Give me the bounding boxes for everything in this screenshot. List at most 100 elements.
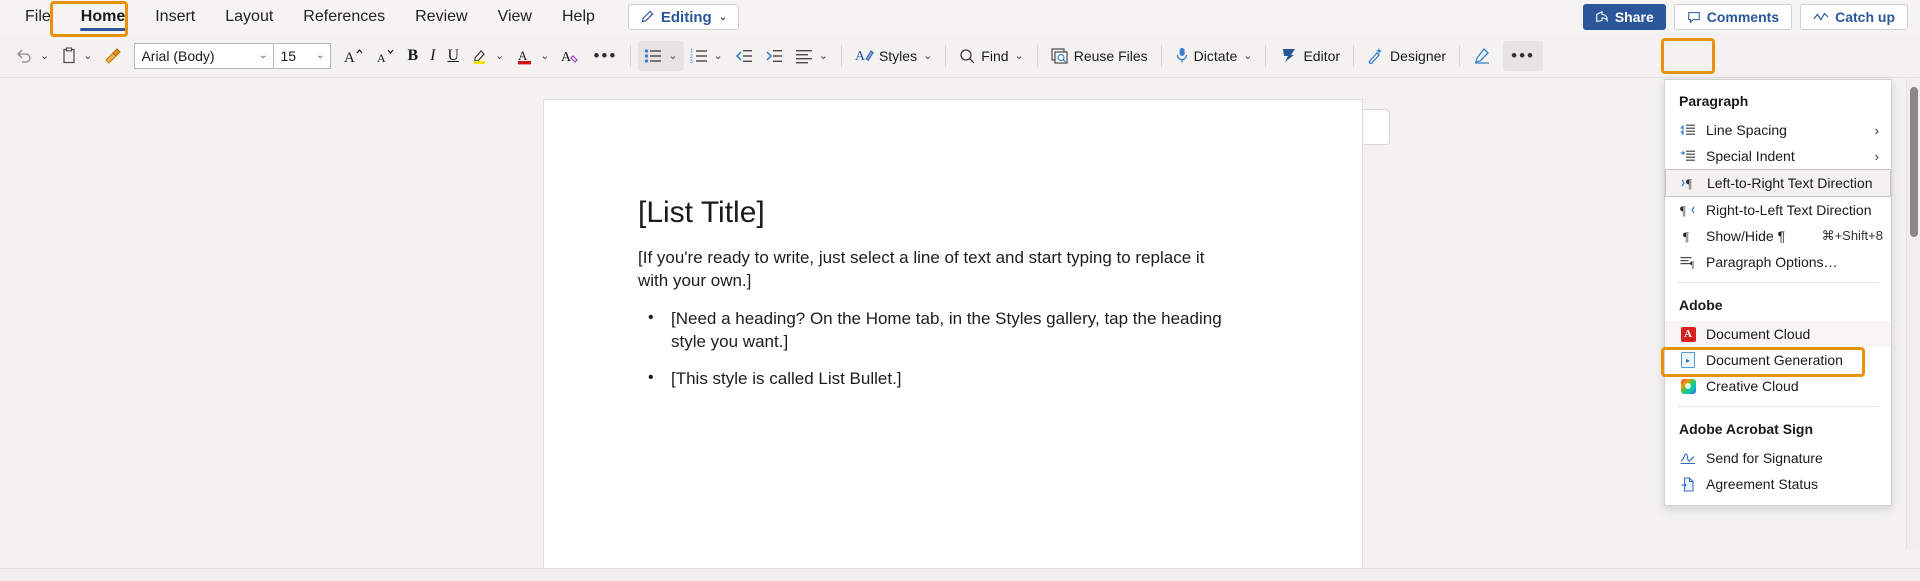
tab-help-label: Help bbox=[561, 8, 595, 25]
agreement-status-icon bbox=[1679, 476, 1697, 492]
reuse-files-icon bbox=[1051, 47, 1069, 64]
shrink-font-button[interactable]: A bbox=[369, 41, 401, 71]
catch-up-button[interactable]: Catch up bbox=[1800, 4, 1908, 30]
vertical-scrollbar-thumb[interactable] bbox=[1910, 87, 1918, 237]
document-canvas[interactable]: [List Title] [If you're ready to write, … bbox=[0, 78, 1920, 581]
menu-item-label: Special Indent bbox=[1706, 148, 1795, 164]
font-size-value: 15 bbox=[280, 47, 297, 64]
tab-references[interactable]: References bbox=[288, 0, 400, 34]
menu-item-show-hide-formatting-marks[interactable]: ¶ Show/Hide ¶ ⌘+Shift+8 bbox=[1665, 223, 1891, 249]
chevron-down-icon[interactable]: ⌄ bbox=[83, 49, 92, 62]
chevron-down-icon[interactable]: ⌄ bbox=[714, 49, 723, 62]
page-side-tab[interactable] bbox=[1364, 109, 1390, 145]
horizontal-scrollbar[interactable] bbox=[0, 568, 1920, 581]
font-color-icon: A bbox=[516, 47, 534, 65]
editor-button[interactable]: Editor bbox=[1273, 41, 1346, 71]
menu-item-left-to-right-text-direction[interactable]: ¶ Left-to-Right Text Direction bbox=[1665, 169, 1891, 197]
ink-button[interactable] bbox=[1467, 41, 1497, 71]
document-paragraph[interactable]: [If you're ready to write, just select a… bbox=[638, 247, 1238, 292]
comments-button[interactable]: Comments bbox=[1673, 4, 1793, 30]
tab-layout[interactable]: Layout bbox=[210, 0, 288, 34]
bold-button[interactable]: B bbox=[401, 41, 424, 71]
chevron-down-icon[interactable]: ⌄ bbox=[819, 49, 828, 62]
more-commands-button[interactable]: ••• bbox=[1503, 40, 1544, 71]
menu-item-paragraph-options[interactable]: ¶ Paragraph Options… bbox=[1665, 249, 1891, 275]
tab-references-label: References bbox=[303, 8, 386, 25]
dictate-button[interactable]: Dictate ⌄ bbox=[1169, 41, 1259, 71]
font-size-combobox[interactable]: 15 ⌄ bbox=[274, 44, 330, 68]
tab-help[interactable]: Help bbox=[547, 0, 610, 34]
svg-text:A: A bbox=[855, 49, 866, 64]
chevron-down-icon: ⌄ bbox=[718, 11, 728, 23]
svg-text:¶: ¶ bbox=[1683, 229, 1689, 243]
list-item[interactable]: [Need a heading? On the Home tab, in the… bbox=[638, 307, 1238, 353]
underline-button[interactable]: U bbox=[441, 41, 465, 71]
reuse-files-button[interactable]: Reuse Files bbox=[1045, 41, 1154, 71]
tab-insert-label: Insert bbox=[155, 8, 196, 25]
list-item[interactable]: [This style is called List Bullet.] bbox=[638, 367, 1238, 391]
italic-button[interactable]: I bbox=[424, 41, 441, 71]
menu-item-agreement-status[interactable]: Agreement Status bbox=[1665, 471, 1891, 497]
paragraph-align-button[interactable]: ⌄ bbox=[789, 41, 834, 71]
menu-item-creative-cloud[interactable]: Creative Cloud bbox=[1665, 373, 1891, 399]
numbering-button[interactable]: 123 ⌄ bbox=[684, 41, 729, 71]
editing-mode-dropdown[interactable]: Editing ⌄ bbox=[627, 4, 740, 30]
tab-file[interactable]: File bbox=[10, 0, 66, 34]
document-bullet-list[interactable]: [Need a heading? On the Home tab, in the… bbox=[638, 307, 1238, 391]
share-button[interactable]: Share bbox=[1582, 4, 1666, 30]
format-painter-button[interactable] bbox=[98, 41, 128, 71]
font-color-button[interactable]: A ⌄ bbox=[510, 41, 555, 71]
paste-button[interactable]: ⌄ bbox=[55, 41, 98, 71]
menu-item-label: Show/Hide ¶ bbox=[1706, 228, 1786, 244]
chevron-down-icon[interactable]: ⌄ bbox=[1015, 49, 1024, 62]
vertical-scrollbar[interactable] bbox=[1906, 79, 1920, 549]
svg-text:A: A bbox=[518, 48, 528, 63]
chevron-down-icon[interactable]: ⌄ bbox=[540, 49, 549, 62]
menu-item-document-generation[interactable]: ▸ Document Generation bbox=[1665, 347, 1891, 373]
chevron-down-icon[interactable]: ⌄ bbox=[1243, 49, 1252, 62]
menu-item-label: Send for Signature bbox=[1706, 450, 1823, 466]
clear-formatting-button[interactable]: A bbox=[555, 41, 587, 71]
more-font-options-button[interactable]: ••• bbox=[587, 41, 623, 71]
tab-home[interactable]: Home bbox=[66, 0, 140, 34]
tab-insert[interactable]: Insert bbox=[140, 0, 210, 34]
menu-item-label: Paragraph Options… bbox=[1706, 254, 1838, 270]
shrink-font-icon: A bbox=[375, 47, 395, 65]
menu-item-document-cloud[interactable]: A Document Cloud bbox=[1665, 321, 1891, 347]
menu-divider bbox=[1677, 406, 1879, 407]
document-title[interactable]: [List Title] bbox=[638, 196, 1238, 230]
tab-review[interactable]: Review bbox=[400, 0, 482, 34]
grow-font-button[interactable]: A bbox=[337, 41, 369, 71]
chevron-down-icon[interactable]: ⌄ bbox=[923, 49, 932, 62]
menu-item-right-to-left-text-direction[interactable]: ¶ Right-to-Left Text Direction bbox=[1665, 197, 1891, 223]
document-page[interactable]: [List Title] [If you're ready to write, … bbox=[543, 99, 1363, 581]
tab-view[interactable]: View bbox=[483, 0, 547, 34]
comment-icon bbox=[1687, 10, 1701, 24]
format-painter-icon bbox=[104, 47, 122, 64]
chevron-down-icon[interactable]: ⌄ bbox=[40, 49, 49, 62]
text-highlight-button[interactable]: ⌄ bbox=[465, 41, 510, 71]
undo-button[interactable]: ⌄ bbox=[10, 41, 55, 71]
find-button[interactable]: Find ⌄ bbox=[953, 41, 1029, 71]
increase-indent-button[interactable] bbox=[759, 41, 789, 71]
menu-item-send-for-signature[interactable]: Send for Signature bbox=[1665, 445, 1891, 471]
chevron-down-icon[interactable]: ⌄ bbox=[316, 50, 324, 61]
styles-button[interactable]: A Styles ⌄ bbox=[849, 41, 938, 71]
menu-item-line-spacing[interactable]: Line Spacing › bbox=[1665, 117, 1891, 143]
undo-icon bbox=[16, 48, 34, 64]
tab-home-label: Home bbox=[80, 8, 126, 25]
bullets-button[interactable]: ⌄ bbox=[638, 40, 684, 71]
share-icon bbox=[1595, 10, 1609, 24]
chevron-down-icon[interactable]: ⌄ bbox=[259, 50, 267, 61]
designer-button[interactable]: Designer bbox=[1361, 41, 1452, 71]
document-body[interactable]: [List Title] [If you're ready to write, … bbox=[638, 196, 1238, 406]
menu-item-special-indent[interactable]: Special Indent › bbox=[1665, 143, 1891, 169]
chevron-down-icon[interactable]: ⌄ bbox=[495, 49, 504, 62]
chevron-down-icon[interactable]: ⌄ bbox=[668, 49, 677, 62]
decrease-indent-button[interactable] bbox=[729, 41, 759, 71]
ribbon-tab-strip: File Home Insert Layout References Revie… bbox=[0, 0, 1920, 34]
font-controls: Arial (Body) ⌄ 15 ⌄ bbox=[134, 42, 332, 69]
font-name-combobox[interactable]: Arial (Body) ⌄ bbox=[135, 44, 273, 68]
editing-mode-label: Editing bbox=[660, 8, 712, 26]
chevron-right-icon: › bbox=[1874, 148, 1879, 164]
